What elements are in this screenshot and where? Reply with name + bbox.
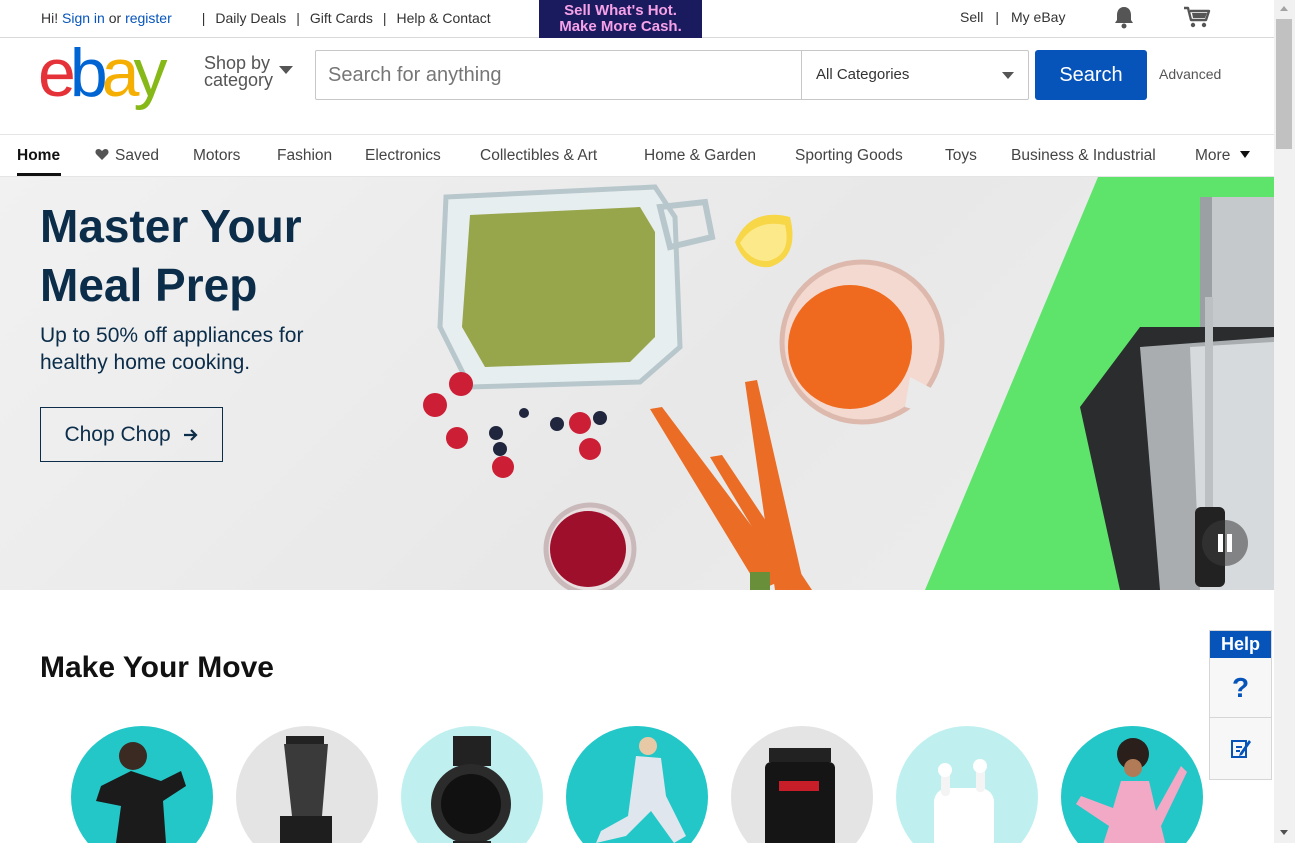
beet-juice-cup	[543, 502, 637, 590]
nav-item-toys[interactable]: Toys	[945, 147, 977, 165]
register-link[interactable]: register	[125, 10, 172, 26]
advanced-search-link[interactable]: Advanced	[1159, 66, 1221, 82]
circle-smartwatch[interactable]	[401, 726, 543, 843]
nav-item-saved[interactable]: Saved	[95, 147, 159, 165]
help-widget-title[interactable]: Help	[1210, 631, 1271, 658]
shop-by-category-button[interactable]: Shop by category	[204, 54, 293, 90]
help-widget: Help ?	[1209, 630, 1272, 780]
top-utility-bar: Hi! Sign in or register | Daily Deals | …	[0, 0, 1274, 38]
arrow-right-icon	[183, 429, 198, 441]
nav-item-saved-label: Saved	[115, 147, 159, 164]
nav-item-home[interactable]: Home	[17, 147, 60, 165]
yoga-jump-image	[1076, 738, 1187, 843]
lemon-slice	[735, 214, 793, 268]
promo-banner[interactable]: Sell What's Hot. Make More Cash.	[539, 0, 702, 38]
divider: |	[296, 10, 300, 26]
search-box: All Categories	[315, 50, 1029, 100]
yoga-pose-image	[596, 737, 686, 843]
nav-item-sporting-goods[interactable]: Sporting Goods	[795, 147, 903, 165]
nav-item-fashion[interactable]: Fashion	[277, 147, 332, 165]
scrollbar-thumb[interactable]	[1276, 19, 1292, 149]
nav-item-home-garden[interactable]: Home & Garden	[644, 147, 756, 165]
scroll-down-arrow-icon[interactable]	[1280, 830, 1288, 835]
logo-letter-a: a	[101, 35, 140, 111]
hero-title: Master Your Meal Prep	[40, 200, 302, 311]
chevron-down-icon	[1240, 151, 1251, 158]
bell-icon[interactable]	[1113, 5, 1135, 29]
ebay-logo[interactable]: ebay	[38, 39, 188, 107]
promo-line-1: Sell What's Hot.	[564, 2, 677, 19]
promo-line-2: Make More Cash.	[559, 18, 682, 35]
nav-item-more-label: More	[1195, 147, 1231, 164]
blender-jug	[437, 184, 716, 390]
juice-cup	[779, 259, 948, 425]
top-left-links: Hi! Sign in or register | Daily Deals | …	[41, 10, 491, 26]
scroll-up-arrow-icon[interactable]	[1280, 6, 1288, 11]
nav-item-collectibles-art[interactable]: Collectibles & Art	[480, 147, 597, 165]
greeting-text: Hi!	[41, 10, 59, 26]
heart-icon	[95, 149, 109, 160]
chevron-down-icon	[279, 66, 293, 74]
category-nav: Home Saved Motors Fashion Electronics Co…	[0, 134, 1274, 177]
nav-item-business-industrial[interactable]: Business & Industrial	[1011, 147, 1156, 165]
feedback-button[interactable]	[1210, 718, 1271, 778]
nav-item-motors[interactable]: Motors	[193, 147, 240, 165]
category-circles	[71, 726, 1211, 843]
page-scrollbar[interactable]	[1274, 0, 1295, 843]
divider: |	[382, 10, 387, 26]
or-text: or	[108, 10, 122, 26]
logo-letter-e: e	[38, 35, 76, 111]
protein-tub-image	[765, 748, 835, 843]
hero-cta-label: Chop Chop	[64, 423, 171, 446]
logo-letter-y: y	[133, 35, 167, 111]
circle-adidas-jacket[interactable]	[71, 726, 213, 843]
hero-banner[interactable]: Master Your Meal Prep Up to 50% off appl…	[0, 177, 1274, 590]
cart-icon[interactable]	[1183, 5, 1211, 29]
circle-protein-powder[interactable]	[731, 726, 873, 843]
circle-blender[interactable]	[236, 726, 378, 843]
search-button[interactable]: Search	[1035, 50, 1147, 100]
divider: |	[995, 9, 999, 25]
daily-deals-link[interactable]: Daily Deals	[215, 10, 286, 26]
category-select[interactable]: All Categories	[801, 51, 1028, 99]
hero-subtitle: Up to 50% off appliances for healthy hom…	[40, 324, 304, 374]
category-select-value: All Categories	[816, 66, 910, 83]
active-tab-indicator	[17, 173, 61, 176]
divider: |	[201, 10, 206, 26]
carrots	[650, 380, 812, 590]
section-title: Make Your Move	[40, 651, 274, 684]
search-input[interactable]	[316, 51, 800, 99]
circle-airpods[interactable]	[896, 726, 1038, 843]
blender-image	[280, 736, 332, 843]
hero-cta-button[interactable]: Chop Chop	[40, 407, 223, 462]
sell-link[interactable]: Sell	[960, 9, 983, 25]
sign-in-link[interactable]: Sign in	[62, 10, 105, 26]
feedback-icon	[1230, 740, 1251, 758]
logo-letter-b: b	[69, 35, 108, 111]
my-ebay-link[interactable]: My eBay	[1011, 9, 1065, 25]
circle-yoga-pose[interactable]	[566, 726, 708, 843]
nav-item-electronics[interactable]: Electronics	[365, 147, 441, 165]
carousel-pause-button[interactable]	[1202, 520, 1248, 566]
help-contact-link[interactable]: Help & Contact	[397, 10, 491, 26]
question-icon[interactable]: ?	[1210, 658, 1271, 718]
smartwatch-image	[431, 736, 511, 843]
chevron-down-icon	[1002, 72, 1014, 79]
airpods-image	[934, 759, 994, 843]
gift-cards-link[interactable]: Gift Cards	[310, 10, 373, 26]
person-jacket-image	[96, 742, 186, 843]
carrot-tops	[750, 572, 770, 590]
top-right-links: Sell | My eBay	[960, 9, 1065, 25]
circle-yoga-jump[interactable]	[1061, 726, 1203, 843]
nav-item-more[interactable]: More	[1195, 147, 1251, 165]
category-label: category	[204, 70, 274, 90]
